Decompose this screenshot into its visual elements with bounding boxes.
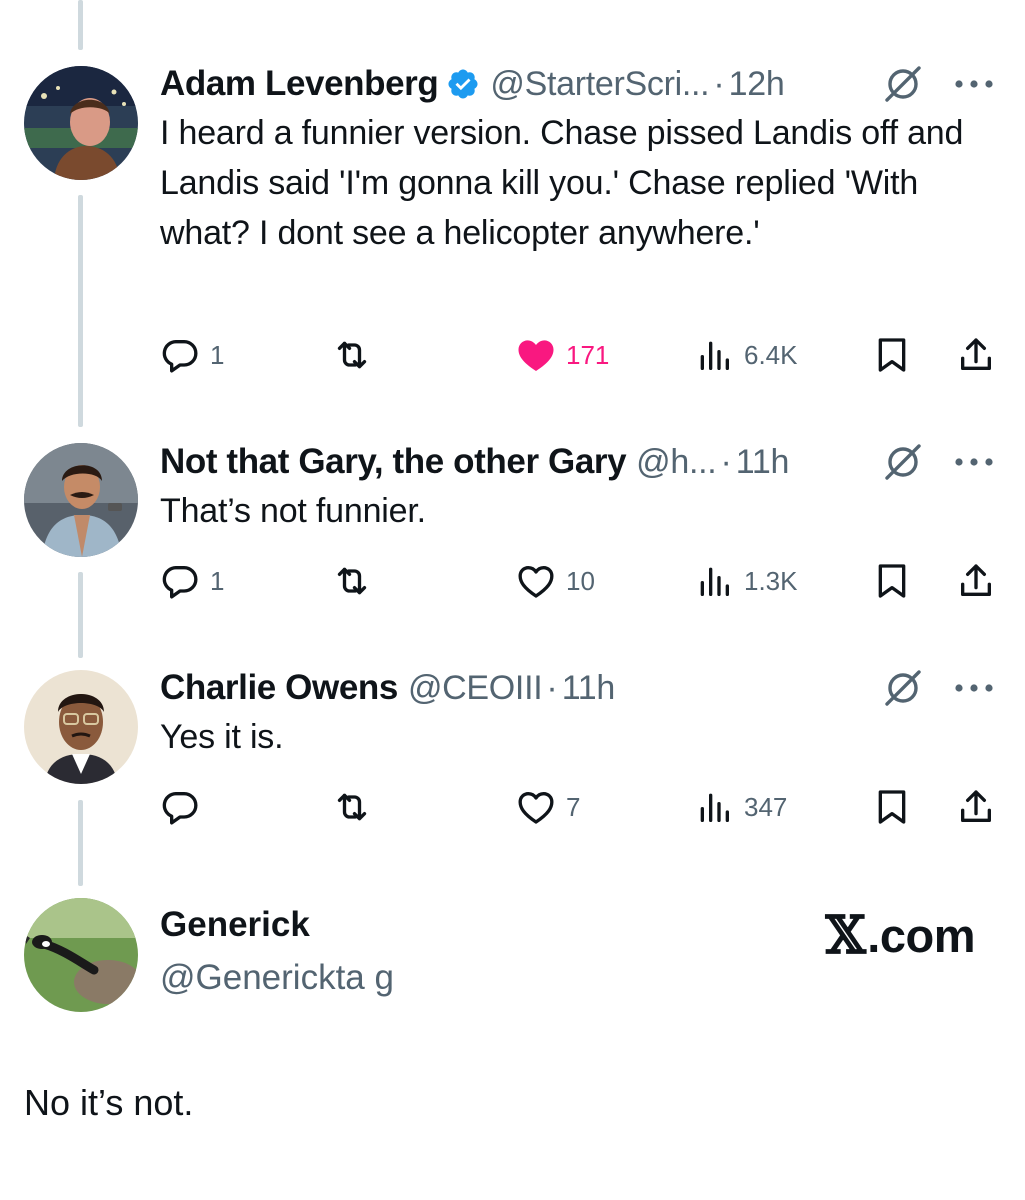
- tweet-actions: 1 171 6.4K: [160, 330, 1000, 380]
- bookmark-button[interactable]: [872, 556, 912, 606]
- repost-button[interactable]: [332, 782, 382, 832]
- bookmark-button[interactable]: [872, 782, 912, 832]
- share-icon: [961, 338, 991, 370]
- like-button[interactable]: 10: [516, 556, 595, 606]
- reply-button[interactable]: 1: [160, 330, 224, 380]
- avatar[interactable]: [24, 66, 138, 180]
- tweet[interactable]: Adam Levenberg @StarterScri... · 12h I h…: [160, 62, 1001, 258]
- views-icon: [700, 567, 729, 596]
- watermark-handle: @Generickta g: [160, 958, 394, 997]
- site-suffix: .com: [867, 909, 975, 962]
- more-options-icon[interactable]: [953, 456, 995, 468]
- avatar[interactable]: [24, 443, 138, 557]
- caption-text: No it’s not.: [24, 1082, 194, 1123]
- thread-line: [78, 800, 83, 886]
- share-icon: [961, 790, 991, 822]
- timestamp[interactable]: 12h: [729, 65, 785, 104]
- separator-dot: ·: [720, 442, 732, 481]
- share-button[interactable]: [956, 330, 996, 380]
- thread-line: [78, 195, 83, 427]
- reply-icon: [162, 792, 198, 825]
- views-icon: [700, 793, 729, 822]
- avatar[interactable]: [24, 670, 138, 784]
- timestamp[interactable]: 11h: [562, 669, 616, 708]
- author-name[interactable]: Adam Levenberg: [160, 64, 439, 104]
- share-button[interactable]: [956, 782, 996, 832]
- repost-icon: [337, 567, 367, 595]
- tweet[interactable]: Charlie Owens @CEOIII · 11h Yes it is.: [160, 666, 1001, 762]
- tweet-text: Yes it is.: [160, 718, 284, 756]
- reply-count: 1: [210, 565, 225, 596]
- views-button[interactable]: 6.4K: [694, 330, 798, 380]
- watermark-name: Generick: [160, 905, 310, 944]
- separator-dot: ·: [713, 64, 725, 103]
- author-handle[interactable]: @StarterScri...: [490, 65, 709, 104]
- view-count: 1.3K: [744, 565, 798, 596]
- x-logo-icon: 𝕏: [825, 905, 866, 966]
- tweet-text: That’s not funnier.: [160, 492, 426, 530]
- thread-line: [78, 572, 83, 658]
- heart-icon: [518, 792, 554, 824]
- grok-icon[interactable]: [883, 442, 923, 482]
- reply-button[interactable]: 1: [160, 556, 224, 606]
- repost-icon: [337, 341, 367, 369]
- grok-icon[interactable]: [883, 64, 923, 104]
- author-handle[interactable]: @h...: [636, 443, 717, 482]
- x-com-logo: 𝕏 .com: [825, 905, 975, 966]
- separator-dot: ·: [546, 668, 558, 707]
- grok-icon[interactable]: [883, 668, 923, 708]
- author-handle[interactable]: @CEOIII: [408, 669, 543, 708]
- share-button[interactable]: [956, 556, 996, 606]
- like-button[interactable]: 171: [516, 330, 609, 380]
- reply-icon: [162, 340, 198, 373]
- tweet[interactable]: Not that Gary, the other Gary @h... · 11…: [160, 440, 1001, 536]
- tweet-text: I heard a funnier version. Chase pissed …: [160, 114, 964, 252]
- like-count: 7: [566, 791, 581, 822]
- more-options-icon[interactable]: [953, 78, 995, 90]
- bookmark-button[interactable]: [872, 330, 912, 380]
- views-icon: [700, 341, 729, 370]
- avatar[interactable]: [24, 898, 138, 1012]
- views-button[interactable]: 347: [694, 782, 787, 832]
- heart-filled-icon: [518, 340, 554, 371]
- bookmark-icon: [878, 338, 906, 372]
- reply-count: 1: [210, 339, 225, 370]
- heart-icon: [518, 566, 554, 598]
- like-button[interactable]: 7: [516, 782, 580, 832]
- reply-button[interactable]: [160, 782, 210, 832]
- more-options-icon[interactable]: [953, 682, 995, 694]
- like-count: 171: [566, 339, 610, 370]
- bookmark-icon: [878, 790, 906, 824]
- reply-icon: [162, 566, 198, 599]
- views-button[interactable]: 1.3K: [694, 556, 798, 606]
- timestamp[interactable]: 11h: [736, 443, 790, 482]
- repost-button[interactable]: [332, 556, 382, 606]
- repost-button[interactable]: [332, 330, 382, 380]
- tweet-actions: 1 10 1.3K: [160, 556, 1000, 606]
- share-icon: [961, 564, 991, 596]
- bookmark-icon: [878, 564, 906, 598]
- author-name[interactable]: Charlie Owens: [160, 668, 398, 708]
- repost-icon: [337, 793, 367, 821]
- view-count: 6.4K: [744, 339, 798, 370]
- verified-badge-icon: [448, 69, 478, 99]
- tweet-actions: 7 347: [160, 782, 1000, 832]
- thread-line: [78, 0, 83, 50]
- like-count: 10: [566, 565, 595, 596]
- view-count: 347: [744, 791, 788, 822]
- author-name[interactable]: Not that Gary, the other Gary: [160, 442, 627, 482]
